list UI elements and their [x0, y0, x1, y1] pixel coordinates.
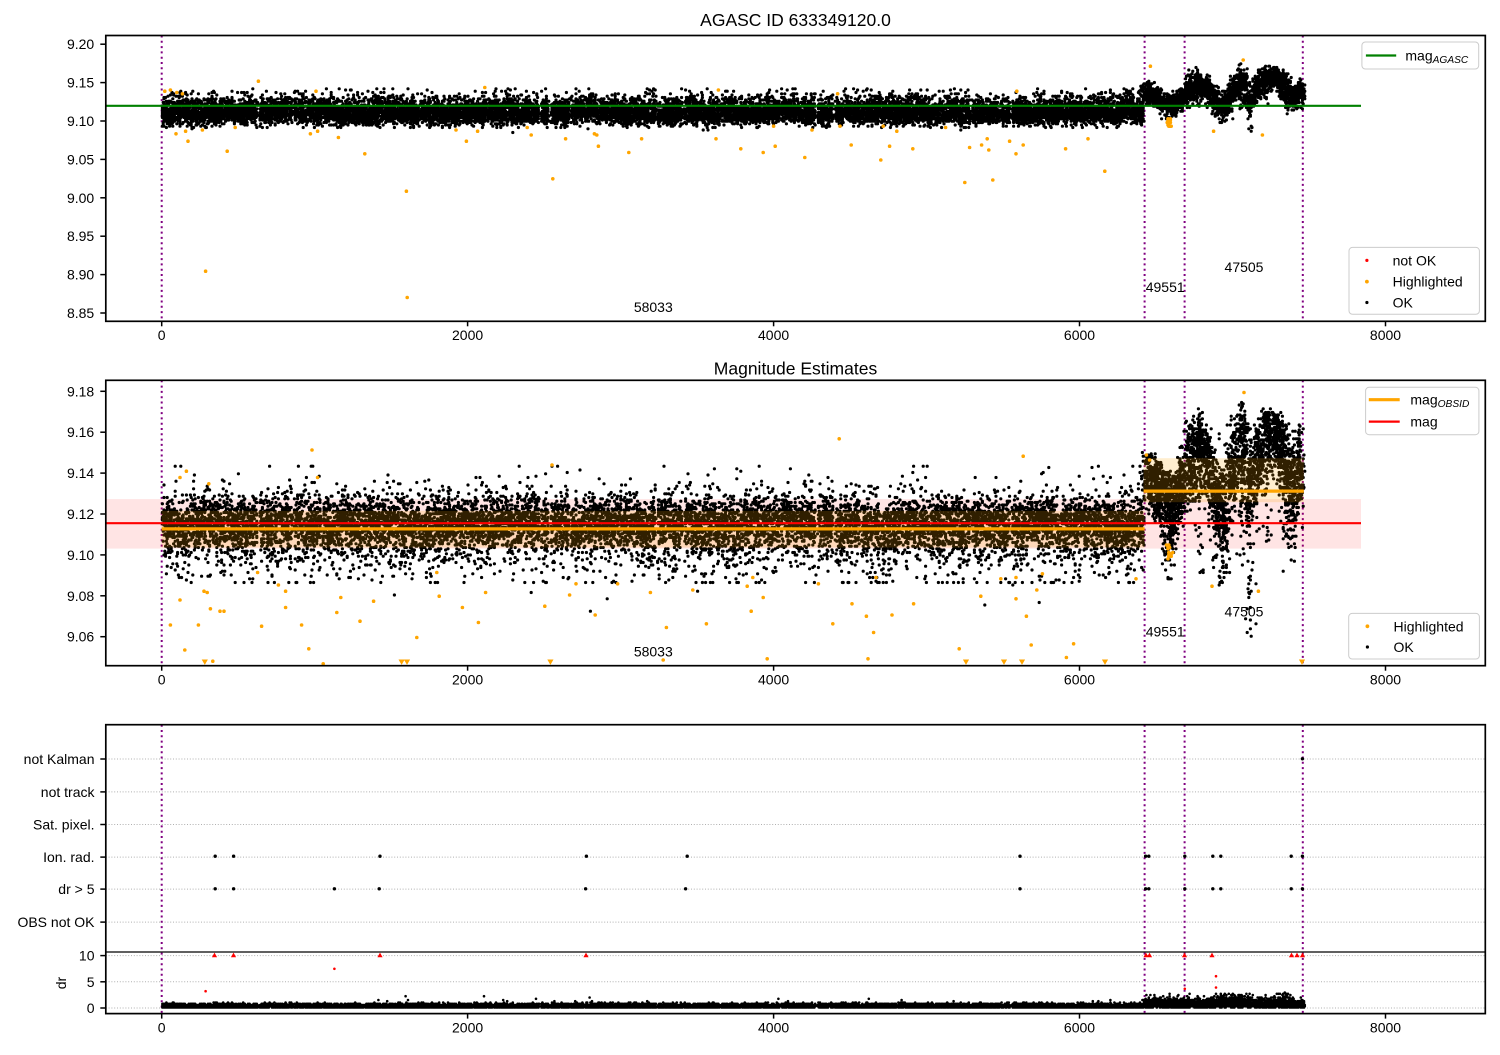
svg-text:58033: 58033: [634, 299, 673, 315]
svg-text:6000: 6000: [1064, 327, 1095, 343]
svg-text:8000: 8000: [1370, 1019, 1401, 1035]
svg-text:8000: 8000: [1370, 327, 1401, 343]
svg-text:49551: 49551: [1146, 279, 1185, 295]
svg-text:0: 0: [158, 327, 166, 343]
svg-text:47505: 47505: [1225, 603, 1264, 619]
svg-text:9.10: 9.10: [67, 113, 94, 129]
svg-text:8.85: 8.85: [67, 305, 94, 321]
svg-text:49551: 49551: [1146, 623, 1185, 639]
svg-text:not Kalman: not Kalman: [24, 751, 95, 767]
svg-text:Sat. pixel.: Sat. pixel.: [33, 817, 94, 833]
svg-text:9.16: 9.16: [67, 424, 94, 440]
svg-text:9.06: 9.06: [67, 629, 94, 645]
svg-text:Magnitude Estimates: Magnitude Estimates: [714, 359, 878, 379]
svg-text:10: 10: [79, 948, 95, 964]
svg-text:0: 0: [87, 1000, 95, 1016]
svg-text:9.20: 9.20: [67, 36, 94, 52]
svg-text:mag: mag: [1410, 414, 1437, 430]
svg-text:9.00: 9.00: [67, 190, 94, 206]
svg-text:Ion. rad.: Ion. rad.: [43, 849, 94, 865]
svg-text:2000: 2000: [452, 327, 483, 343]
svg-text:8.95: 8.95: [67, 228, 94, 244]
svg-text:9.15: 9.15: [67, 75, 94, 91]
svg-text:2000: 2000: [452, 672, 483, 688]
svg-text:Highlighted: Highlighted: [1394, 618, 1464, 634]
svg-text:0: 0: [158, 672, 166, 688]
svg-text:OBS not OK: OBS not OK: [17, 914, 95, 930]
svg-text:dr > 5: dr > 5: [58, 881, 94, 897]
svg-text:2000: 2000: [452, 1019, 483, 1035]
svg-text:Highlighted: Highlighted: [1393, 274, 1463, 290]
svg-text:not track: not track: [41, 784, 96, 800]
svg-text:9.05: 9.05: [67, 151, 94, 167]
svg-text:9.12: 9.12: [67, 506, 94, 522]
svg-text:47505: 47505: [1225, 259, 1264, 275]
svg-text:9.14: 9.14: [67, 465, 94, 481]
svg-text:8000: 8000: [1370, 672, 1401, 688]
svg-text:5: 5: [87, 974, 95, 990]
svg-text:4000: 4000: [758, 672, 789, 688]
svg-text:9.08: 9.08: [67, 588, 94, 604]
svg-text:4000: 4000: [758, 1019, 789, 1035]
svg-text:AGASC ID 633349120.0: AGASC ID 633349120.0: [700, 10, 891, 30]
svg-text:dr: dr: [53, 976, 69, 989]
svg-text:OK: OK: [1394, 639, 1415, 655]
svg-text:6000: 6000: [1064, 672, 1095, 688]
svg-text:0: 0: [158, 1019, 166, 1035]
svg-text:4000: 4000: [758, 327, 789, 343]
svg-text:not OK: not OK: [1393, 252, 1437, 268]
svg-text:9.18: 9.18: [67, 383, 94, 399]
svg-text:OK: OK: [1393, 295, 1414, 311]
svg-text:6000: 6000: [1064, 1019, 1095, 1035]
svg-text:58033: 58033: [634, 643, 673, 659]
svg-text:9.10: 9.10: [67, 547, 94, 563]
svg-text:8.90: 8.90: [67, 267, 94, 283]
